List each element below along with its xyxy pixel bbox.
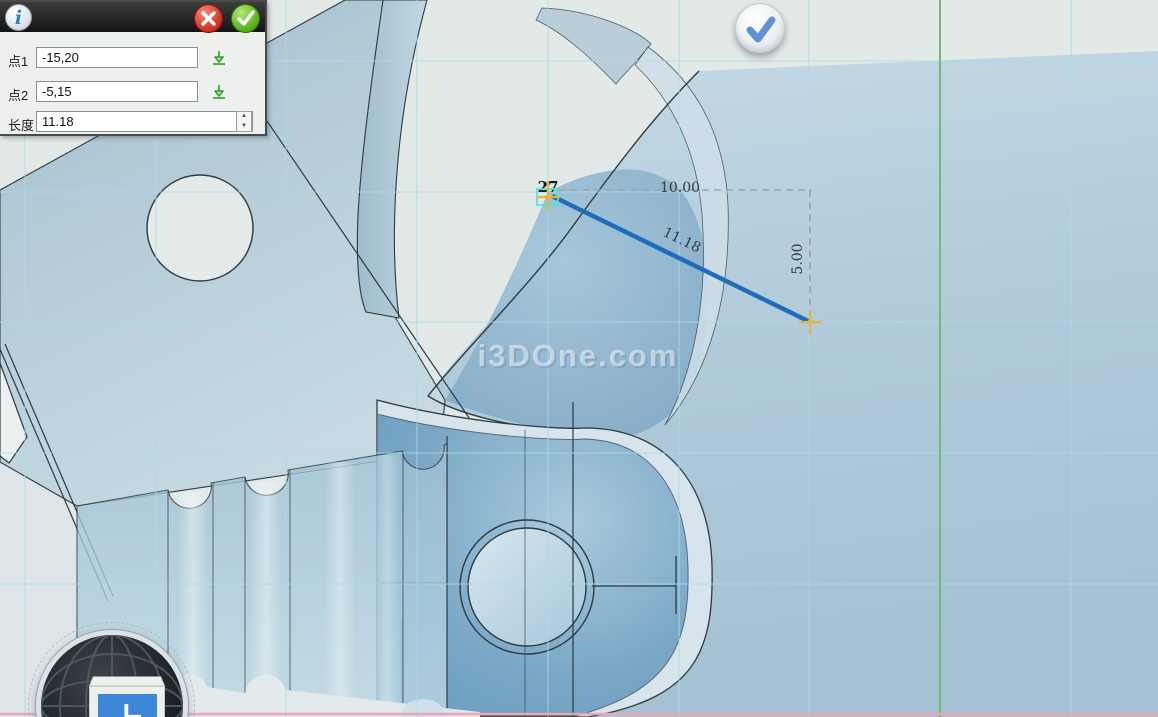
spinner-down-icon[interactable]: ▼: [237, 122, 251, 131]
apply-confirm-button[interactable]: [735, 3, 785, 53]
point2-label: 点2: [8, 85, 28, 104]
spinner-up-icon[interactable]: ▲: [237, 112, 251, 121]
navigator-sphere[interactable]: 上: [36, 630, 188, 717]
point1-input[interactable]: [36, 47, 198, 68]
point2-pick-icon[interactable]: [209, 82, 229, 102]
watermark: i3DOne.com i3DOne.com: [478, 338, 681, 375]
view-navigator[interactable]: 上: [26, 622, 202, 717]
dialog-title-bar[interactable]: i: [0, 2, 265, 32]
cube-top-face[interactable]: [89, 676, 165, 686]
view-cube-top-label[interactable]: 上: [98, 694, 157, 717]
info-icon: i: [5, 4, 32, 31]
length-input[interactable]: [36, 111, 253, 132]
close-icon: [195, 5, 222, 32]
length-label: 长度: [8, 115, 34, 134]
check-icon: [232, 5, 259, 32]
dim-dx-label: 10.00: [660, 180, 700, 196]
check-icon: [736, 4, 786, 54]
confirm-button[interactable]: [231, 4, 260, 33]
svg-text:i3DOne.com: i3DOne.com: [478, 338, 679, 373]
cube-front-face[interactable]: 上: [89, 686, 165, 717]
jaw-hole: [468, 528, 586, 646]
length-spinner[interactable]: ▲ ▼: [236, 111, 252, 132]
point1-label: 点1: [8, 51, 28, 70]
app-window: i3DOne.com i3DOne.com 10.00 5.00 11.18 2…: [0, 0, 1158, 717]
point2-input[interactable]: [36, 81, 198, 102]
parameter-dialog: i 点1 点2 长度 ▲ ▼: [0, 0, 267, 136]
dim-dy-label: 5.00: [790, 243, 806, 274]
point1-pick-icon[interactable]: [209, 48, 229, 68]
cancel-button[interactable]: [194, 4, 223, 33]
handle-hole: [147, 175, 253, 281]
